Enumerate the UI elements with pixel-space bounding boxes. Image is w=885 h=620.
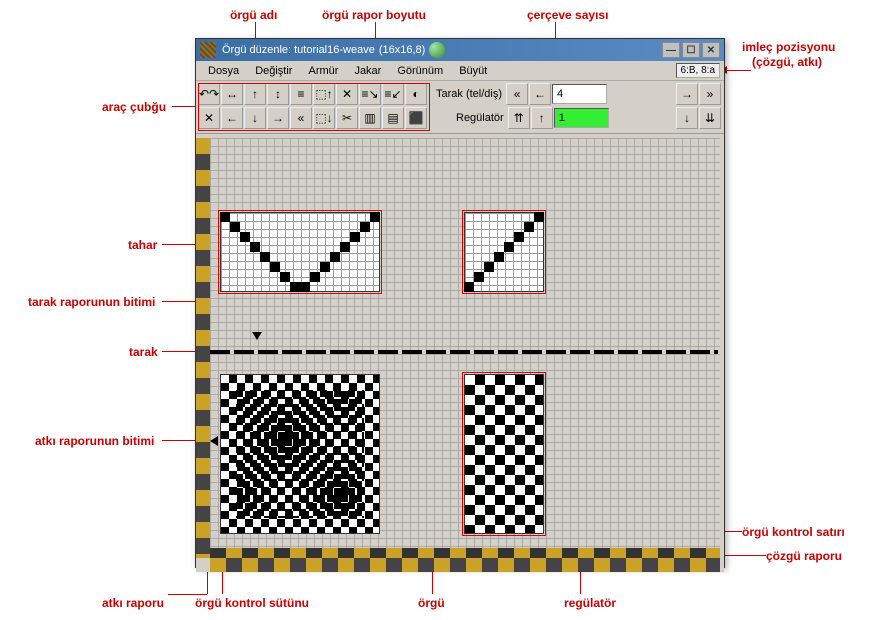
tarak-input[interactable]: 4 — [552, 84, 607, 104]
tool-up-icon[interactable]: ↑ — [244, 83, 266, 105]
ann-line — [375, 22, 376, 38]
tarak-first-button[interactable]: « — [506, 83, 528, 105]
ann-tarak-raporunun-bitimi: tarak raporunun bitimi — [28, 295, 155, 309]
canvas-area[interactable] — [196, 134, 724, 572]
app-window: Örgü düzenle: tutorial16-weave (16x16, 8… — [195, 38, 725, 568]
menu-jakar[interactable]: Jakar — [346, 63, 389, 79]
toolbar: ↶↷ ↔ ↑ ↕ ≡ ⬚↑ ✕ ≡↘ ≡↙ ◐ Tarak (tel/diş) … — [196, 81, 724, 134]
tool-pattern1-icon[interactable]: ▥ — [359, 107, 381, 129]
ruler-left — [196, 138, 210, 558]
tarak-prev-button[interactable]: ← — [529, 83, 551, 105]
ann-tahar: tahar — [128, 238, 157, 252]
report-size: (16x16, — [379, 44, 416, 56]
weave-control-row — [210, 548, 720, 558]
tarak-last-button[interactable]: » — [699, 83, 721, 105]
ann-line — [555, 22, 556, 38]
weave-name: tutorial16-weave — [294, 44, 375, 56]
tarak-label: Tarak (tel/diş) — [436, 88, 502, 100]
tool-down-icon[interactable]: ↓ — [244, 107, 266, 129]
reg-top-button[interactable]: ⇈ — [508, 107, 530, 129]
reg-up-button[interactable]: ↑ — [531, 107, 553, 129]
tool-invert-icon[interactable]: ◐ — [405, 83, 427, 105]
title-prefix: Örgü düzenle: — [222, 44, 291, 56]
reg-down-button[interactable]: ↓ — [676, 107, 698, 129]
ann-line — [207, 570, 208, 594]
ann-imlec-poz: imleç pozisyonu — [742, 40, 835, 54]
ann-line — [162, 440, 195, 441]
ann-orgu-adi: örgü adı — [230, 8, 277, 22]
tool-flip-h-icon[interactable]: ↔ — [221, 83, 243, 105]
titlebar: Örgü düzenle: tutorial16-weave (16x16, 8… — [196, 39, 724, 61]
ann-line — [172, 106, 195, 107]
ann-atki-raporu: atkı raporu — [102, 596, 164, 610]
ann-line — [255, 22, 256, 38]
menu-edit[interactable]: Değiştir — [247, 63, 300, 79]
maximize-button[interactable]: ☐ — [682, 42, 700, 58]
ann-cerceve-sayisi: çerçeve sayısı — [527, 8, 608, 22]
close-button[interactable]: ✕ — [702, 42, 720, 58]
menu-zoom[interactable]: Büyüt — [451, 63, 495, 79]
app-icon — [200, 42, 216, 58]
ann-orgu-kontrol-sutunu: örgü kontrol sütünu — [195, 596, 309, 610]
ann-orgu-rapor-boyutu: örgü rapor boyutu — [322, 8, 426, 22]
regulator-label: Regülatör — [456, 112, 504, 124]
tool-diag2-icon[interactable]: ≡↙ — [382, 83, 404, 105]
tool-pattern2-icon[interactable]: ▤ — [382, 107, 404, 129]
ann-arac-cubugu: araç çubğu — [102, 100, 166, 114]
ruler-bottom — [210, 558, 720, 572]
tool-fill-icon[interactable]: ≡ — [290, 83, 312, 105]
ann-atki-raporunun-bitimi: atkı raporunun bitimi — [35, 434, 154, 448]
tarak-next-button[interactable]: → — [676, 83, 698, 105]
tarak-line — [210, 350, 718, 354]
tool-diag1-icon[interactable]: ≡↘ — [359, 83, 381, 105]
tool-undo-redo-icon[interactable]: ↶↷ — [198, 83, 220, 105]
ann-line — [432, 570, 433, 594]
atki-end-arrow — [210, 436, 218, 446]
ann-cozgu-raporu: çözgü raporu — [766, 549, 842, 563]
ann-tarak: tarak — [129, 345, 158, 359]
tool-clear-icon[interactable]: ✕ — [198, 107, 220, 129]
tool-cut-icon[interactable]: ✕ — [336, 83, 358, 105]
tool-shift-down-icon[interactable]: ⬚↓ — [313, 107, 335, 129]
suse-icon — [429, 42, 445, 58]
menu-armur[interactable]: Armür — [300, 63, 346, 79]
ann-line — [222, 570, 223, 594]
ann-orgu: örgü — [418, 596, 445, 610]
tool-right-icon[interactable]: → — [267, 107, 289, 129]
tool-left-icon[interactable]: ← — [221, 107, 243, 129]
tool-shift-up-icon[interactable]: ⬚↑ — [313, 83, 335, 105]
frame-count: 8) — [416, 44, 426, 56]
ann-line — [725, 555, 766, 556]
minimize-button[interactable]: — — [662, 42, 680, 58]
ann-line — [580, 570, 581, 594]
tool-flip-v-icon[interactable]: ↕ — [267, 83, 289, 105]
menu-view[interactable]: Görünüm — [389, 63, 451, 79]
ayna-pattern — [464, 212, 544, 292]
tool-cut2-icon[interactable]: ✂ — [336, 107, 358, 129]
tarak-end-arrow — [252, 332, 262, 340]
ann-regulator: regülatör — [564, 596, 616, 610]
tahar-pattern — [220, 212, 380, 292]
tool-fill-black-icon[interactable]: ⬛ — [405, 107, 427, 129]
cursor-position: 6:B, 8:a — [676, 63, 720, 78]
ann-line — [726, 70, 751, 71]
orgu-overlay — [236, 390, 364, 518]
ann-imlec-poz-sub: (çözgü, atkı) — [752, 55, 822, 69]
ann-line — [725, 531, 742, 532]
ann-orgu-kontrol-satiri: örgü kontrol satırı — [742, 525, 845, 539]
tool-rewind-icon[interactable]: « — [290, 107, 312, 129]
ann-line — [162, 351, 195, 352]
armur-block[interactable] — [464, 374, 544, 534]
regulator-input[interactable]: 1 — [554, 108, 609, 128]
menu-file[interactable]: Dosya — [200, 63, 247, 79]
reg-bottom-button[interactable]: ⇊ — [699, 107, 721, 129]
ann-line — [168, 594, 207, 595]
menubar: Dosya Değiştir Armür Jakar Görünüm Büyüt… — [196, 61, 724, 81]
